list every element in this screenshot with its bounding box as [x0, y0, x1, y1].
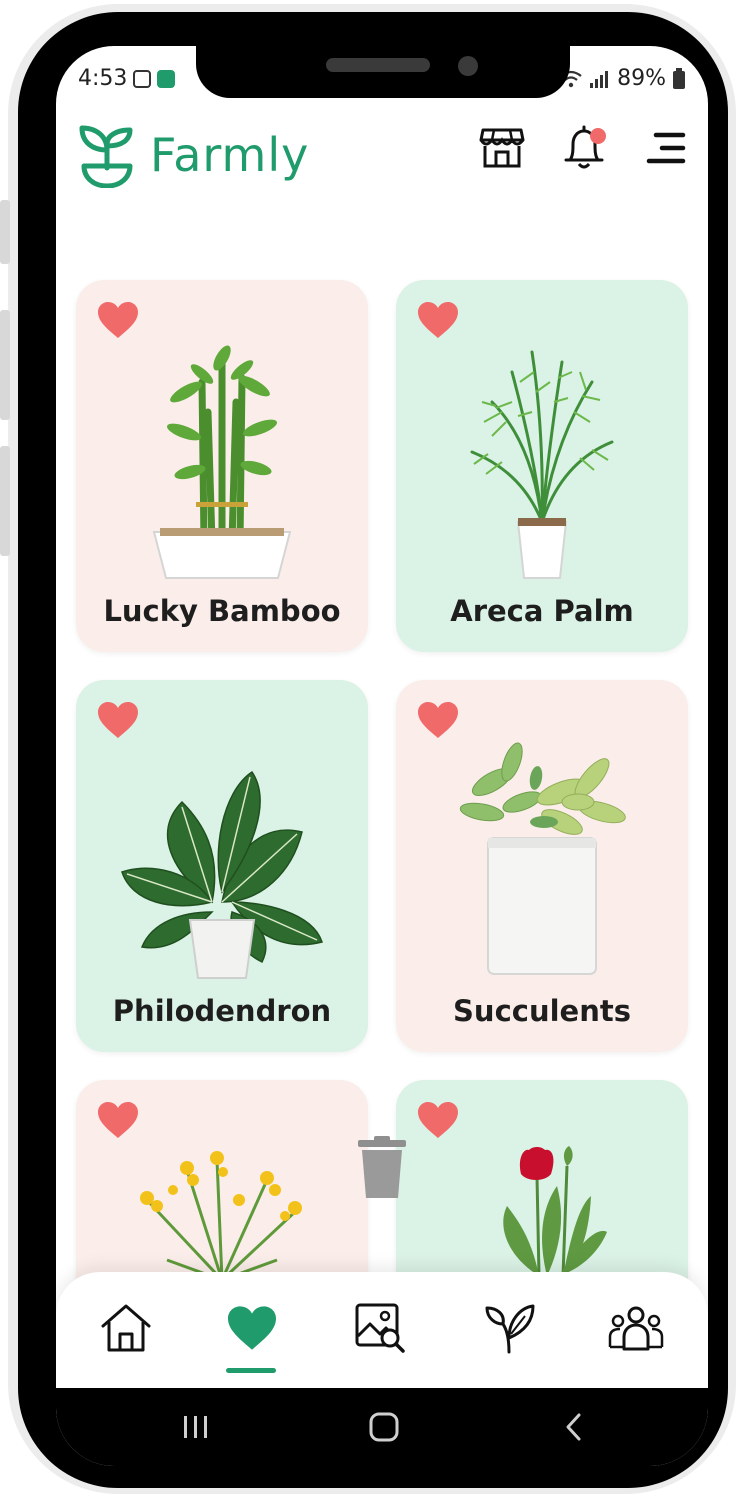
heart-icon[interactable] [96, 700, 140, 740]
nav-scan[interactable] [350, 1298, 410, 1358]
side-button [0, 310, 10, 420]
app-name: Farmly [150, 128, 310, 182]
notifications-button[interactable] [560, 124, 608, 172]
bottom-navigation [56, 1272, 708, 1388]
notification-badge [590, 128, 606, 144]
philodendron-image [76, 736, 368, 982]
image-search-icon [355, 1303, 405, 1353]
instagram-icon [133, 69, 152, 88]
recents-icon [184, 1416, 207, 1438]
sprout-icon [485, 1304, 535, 1354]
heart-icon[interactable] [96, 300, 140, 340]
status-time: 4:53 [78, 66, 128, 91]
nav-favorites[interactable] [222, 1298, 282, 1358]
system-home-icon [369, 1412, 399, 1442]
plant-card[interactable]: Areca Palm [396, 280, 688, 652]
plant-name: Lucky Bamboo [103, 594, 341, 628]
battery-icon [673, 67, 685, 89]
side-button [0, 200, 10, 264]
heart-icon [228, 1306, 276, 1350]
speaker [326, 58, 430, 72]
nav-plants[interactable] [480, 1298, 540, 1358]
plant-name: Philodendron [112, 994, 332, 1028]
tulip-image [396, 1146, 688, 1276]
plant-name: Areca Palm [450, 594, 634, 628]
heart-icon[interactable] [96, 1100, 140, 1140]
farmly-notification-icon [157, 69, 176, 88]
nav-home[interactable] [96, 1298, 156, 1358]
succulents-image [396, 736, 688, 982]
signal-icon [590, 70, 609, 88]
store-button[interactable] [478, 124, 526, 172]
farmly-logo-icon [79, 125, 133, 188]
screen: 4:53 89% Farmly Lucky Bamboo Areca Palm … [56, 46, 708, 1466]
home-icon [101, 1304, 151, 1352]
heart-icon[interactable] [416, 700, 460, 740]
back-icon [566, 1413, 581, 1441]
yellow-flowers-image [76, 1150, 368, 1280]
lucky-bamboo-image [76, 336, 368, 582]
system-navigation-bar [56, 1388, 708, 1466]
plant-card[interactable]: Philodendron [76, 680, 368, 1052]
community-icon [608, 1306, 664, 1351]
side-button [0, 446, 10, 556]
app-header: Farmly [56, 116, 708, 196]
app-logo[interactable]: Farmly [78, 122, 309, 188]
plant-card[interactable]: Lucky Bamboo [76, 280, 368, 652]
recent-apps-button[interactable] [174, 1408, 218, 1446]
back-button[interactable] [552, 1408, 596, 1446]
menu-icon [646, 132, 686, 164]
heart-icon[interactable] [416, 300, 460, 340]
plant-card[interactable]: Succulents [396, 680, 688, 1052]
trash-icon[interactable] [356, 1136, 408, 1200]
battery-percent: 89% [617, 66, 666, 91]
menu-button[interactable] [642, 124, 690, 172]
nav-community[interactable] [606, 1298, 666, 1358]
notch [196, 46, 570, 98]
home-system-button[interactable] [362, 1408, 406, 1446]
areca-palm-image [396, 336, 688, 582]
heart-icon[interactable] [416, 1100, 460, 1140]
store-icon [479, 128, 525, 168]
active-tab-indicator [226, 1368, 276, 1373]
plant-name: Succulents [453, 994, 631, 1028]
front-camera [458, 56, 478, 76]
